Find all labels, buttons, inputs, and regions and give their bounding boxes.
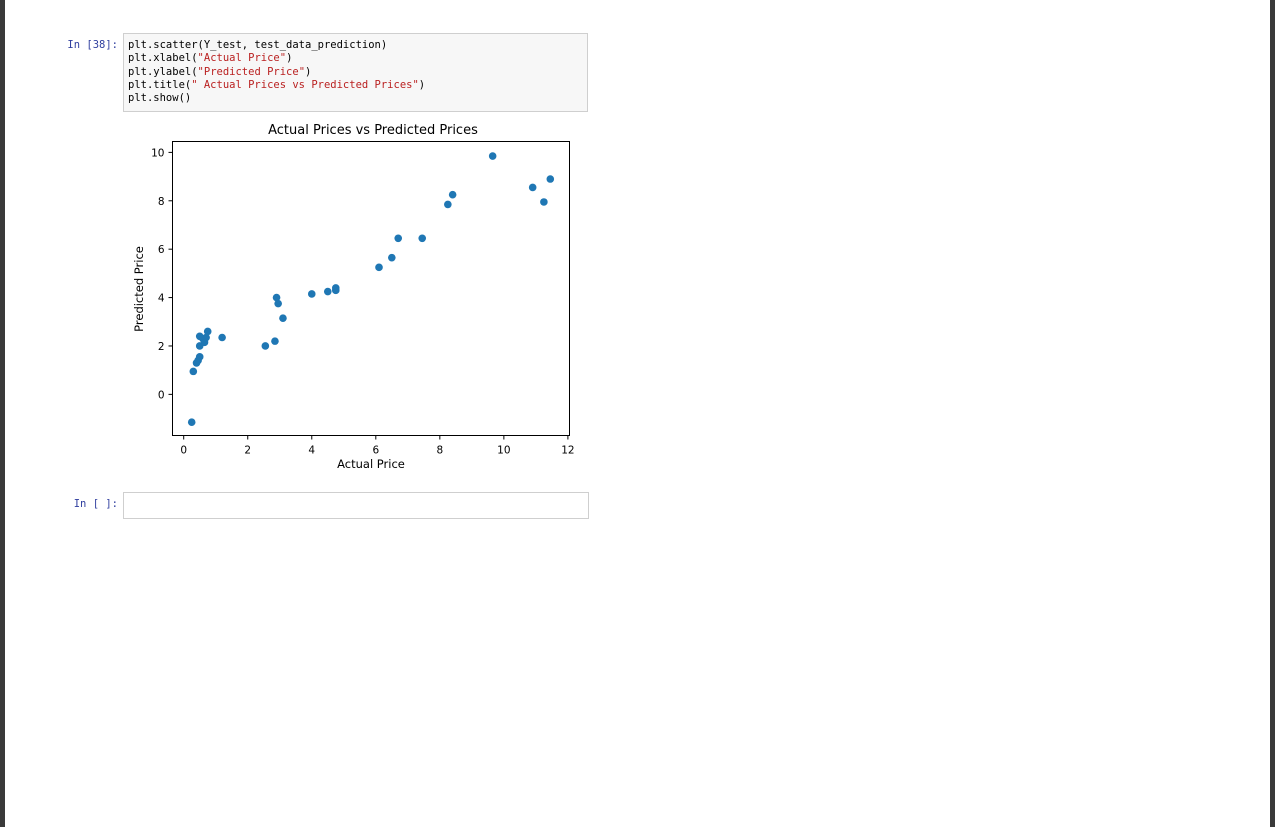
y-tick-label: 10 <box>151 147 164 159</box>
plot-area-frame <box>172 141 570 436</box>
scatter-point <box>388 253 396 262</box>
scatter-point <box>418 234 427 243</box>
scatter-point <box>546 175 555 183</box>
y-tick-label: 4 <box>158 293 165 305</box>
y-tick-label: 6 <box>158 244 165 256</box>
x-axis-label: Actual Price <box>337 457 405 471</box>
y-tick-label: 0 <box>158 389 165 401</box>
x-axis: 0 2 4 6 8 10 12 <box>180 435 575 457</box>
x-tick-label: 6 <box>372 445 379 457</box>
scatter-point <box>488 152 497 160</box>
x-tick-label: 8 <box>436 445 443 457</box>
scatter-point <box>540 198 548 206</box>
scatter-point <box>187 418 196 426</box>
scatter-point <box>394 234 403 243</box>
scatter-point <box>271 337 279 345</box>
scatter-point <box>274 299 282 308</box>
x-tick-label: 2 <box>244 445 251 457</box>
scatter-point <box>375 263 383 272</box>
empty-code-cell-input[interactable] <box>123 492 589 519</box>
scatter-point <box>203 327 212 336</box>
scatter-point <box>307 290 316 298</box>
scatter-point <box>448 190 457 199</box>
scatter-point <box>444 200 452 209</box>
x-tick-label: 12 <box>561 445 574 457</box>
chart-title: Actual Prices vs Predicted Prices <box>268 123 478 138</box>
y-tick-label: 8 <box>158 196 165 208</box>
scatter-point <box>323 287 332 296</box>
scatter-plot-output: Actual Prices vs Predicted Prices 0 2 4 6 8 1… <box>132 123 575 471</box>
scatter-point <box>261 342 270 350</box>
y-axis-label: Predicted Price <box>132 246 146 332</box>
scatter-point <box>331 284 340 292</box>
cell-prompt-empty: In [ ]: <box>73 498 118 510</box>
scatter-point <box>189 367 198 376</box>
scatter-point <box>195 353 204 361</box>
scatter-point <box>218 333 226 342</box>
scatter-point <box>279 314 287 322</box>
x-tick-label: 10 <box>497 445 510 457</box>
x-tick-label: 0 <box>180 445 187 457</box>
x-tick-label: 4 <box>308 445 315 457</box>
y-tick-label: 2 <box>158 341 165 353</box>
y-axis: 0 2 4 6 8 10 <box>151 147 173 401</box>
scatter-point <box>528 183 537 192</box>
